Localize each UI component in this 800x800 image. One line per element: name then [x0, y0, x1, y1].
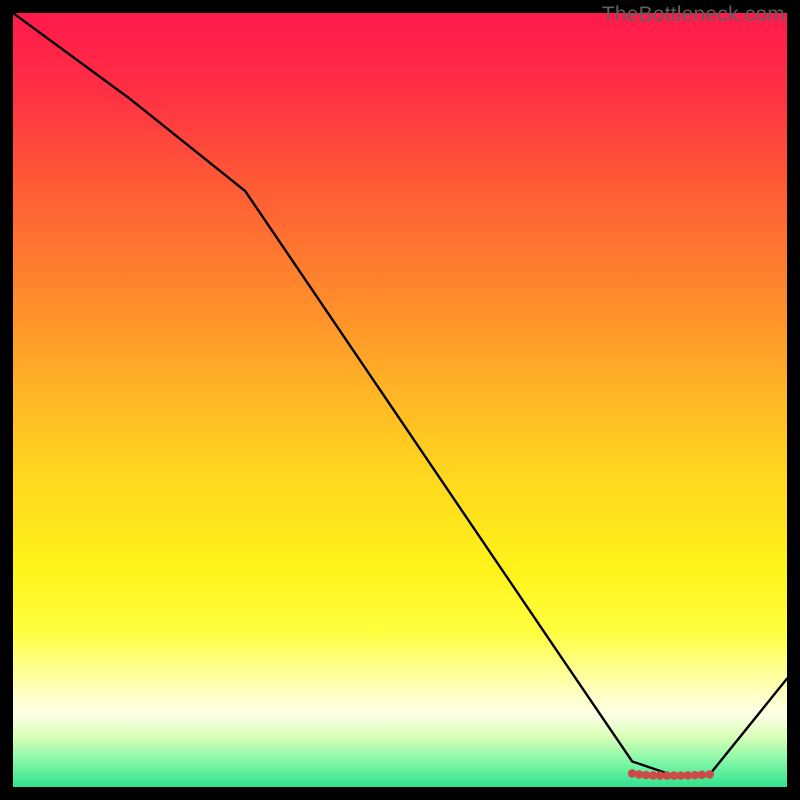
- chart-svg: [13, 13, 787, 787]
- watermark-text: TheBottleneck.com: [602, 3, 785, 27]
- marker-dot: [698, 771, 707, 780]
- marker-dot: [705, 770, 714, 779]
- chart-frame: TheBottleneck.com: [13, 13, 787, 787]
- gradient-background: [13, 13, 787, 787]
